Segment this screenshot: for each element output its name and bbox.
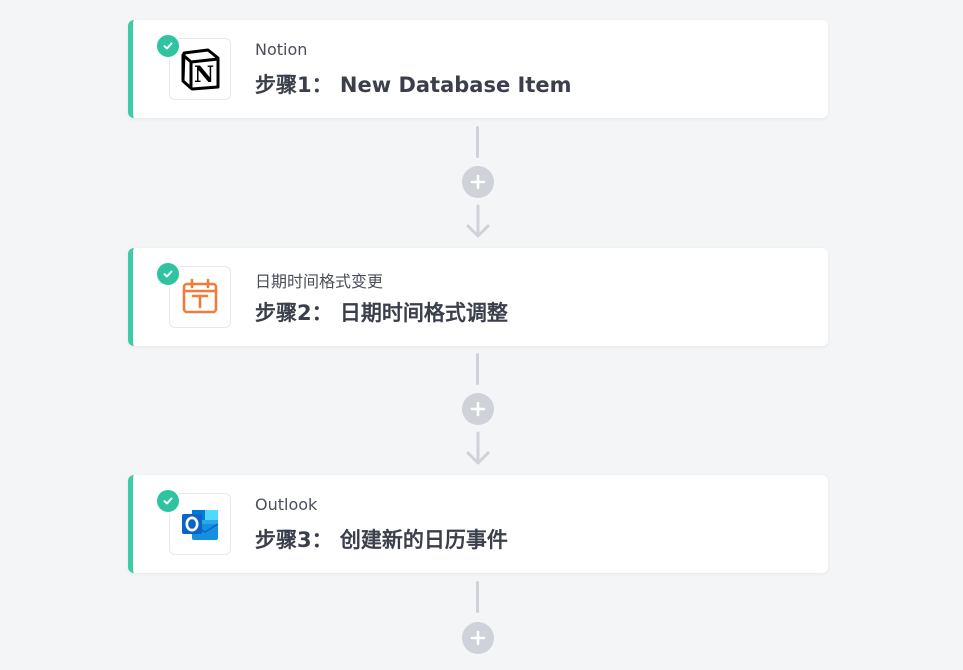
add-step-button[interactable] bbox=[462, 622, 494, 654]
step-card-2[interactable]: 日期时间格式变更 步骤2： 日期时间格式调整 bbox=[128, 248, 828, 346]
add-step-connector-3 bbox=[461, 581, 495, 670]
connector-line bbox=[476, 126, 479, 158]
arrow-down-icon bbox=[466, 431, 490, 465]
step-title: 步骤3： 创建新的日历事件 bbox=[255, 528, 508, 552]
check-icon bbox=[155, 33, 181, 59]
app-name: Outlook bbox=[255, 495, 318, 514]
add-step-button[interactable] bbox=[462, 166, 494, 198]
add-step-connector-1 bbox=[461, 126, 495, 241]
add-step-connector-2 bbox=[461, 353, 495, 468]
step-card-1[interactable]: N Notion 步骤1： New Database Item bbox=[128, 20, 828, 118]
add-step-button[interactable] bbox=[462, 393, 494, 425]
step-title: 步骤2： 日期时间格式调整 bbox=[255, 301, 508, 325]
app-name: 日期时间格式变更 bbox=[255, 272, 384, 291]
step-card-3[interactable]: Outlook 步骤3： 创建新的日历事件 bbox=[128, 475, 828, 573]
connector-line bbox=[476, 581, 479, 613]
arrow-down-icon bbox=[466, 204, 490, 238]
svg-text:N: N bbox=[194, 62, 214, 88]
check-icon bbox=[155, 261, 181, 287]
app-name: Notion bbox=[255, 40, 308, 59]
check-icon bbox=[155, 488, 181, 514]
step-title: 步骤1： New Database Item bbox=[255, 73, 572, 97]
connector-line bbox=[476, 353, 479, 385]
